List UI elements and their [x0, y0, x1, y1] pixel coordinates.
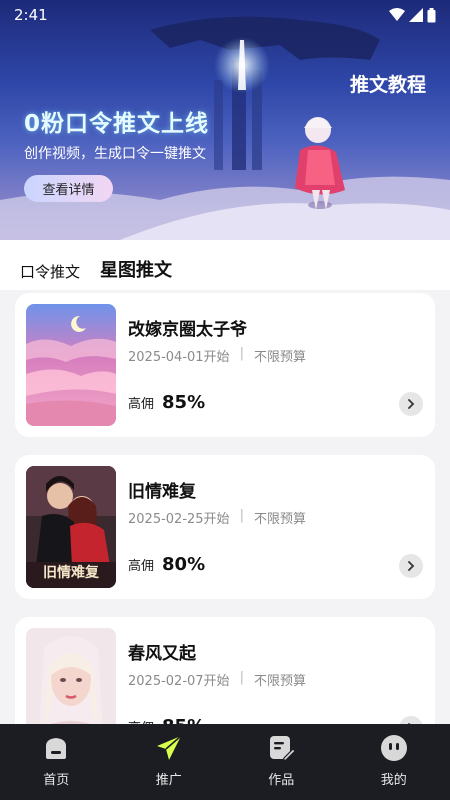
card-title: 旧情难复: [128, 482, 196, 502]
card-meta: 2025-02-25开始 | 不限预算: [128, 508, 306, 527]
chevron-right-icon: [408, 399, 415, 409]
commission-label: 高佣: [128, 559, 155, 574]
budget: 不限预算: [253, 674, 306, 689]
status-time: 2:41: [14, 6, 48, 24]
cover-image: [26, 628, 116, 724]
commission-value: 85%: [162, 392, 206, 413]
budget: 不限预算: [253, 350, 306, 365]
start-date: 2025-02-07开始: [128, 674, 230, 689]
commission: 高佣 85%: [128, 392, 205, 413]
commission-label: 高佣: [128, 397, 155, 412]
meta-divider: |: [239, 346, 244, 361]
cover-image: [26, 304, 116, 426]
task-card[interactable]: 改嫁京圈太子爷 2025-04-01开始 | 不限预算 高佣 85%: [15, 293, 435, 437]
wifi-icon: [389, 8, 405, 21]
nav-label: 首页: [43, 773, 70, 788]
signal-icon: [409, 8, 423, 22]
chevron-right-icon: [408, 561, 415, 571]
nav-label: 推广: [155, 773, 182, 788]
nav-item-works[interactable]: 作品: [241, 734, 321, 788]
start-date: 2025-04-01开始: [128, 350, 230, 365]
promo-banner[interactable]: 推文教程 0粉口令推文上线 创作视频，生成口令一键推文 查看详情: [0, 0, 450, 240]
card-meta: 2025-02-07开始 | 不限预算: [128, 670, 306, 689]
card-meta: 2025-04-01开始 | 不限预算: [128, 346, 306, 365]
banner-title: 0粉口令推文上线: [24, 111, 210, 137]
content-area: 口令推文 星图推文 改嫁京圈太子爷 2025-04-01开始 | 不限预算 高佣…: [0, 240, 450, 724]
nav-item-promote[interactable]: 推广: [129, 734, 209, 788]
card-arrow-button[interactable]: [399, 554, 423, 578]
nav-label: 作品: [268, 773, 295, 788]
status-icons: [389, 7, 436, 23]
cover-image: 旧情难复: [26, 466, 116, 588]
task-card[interactable]: 春风又起 2025-02-07开始 | 不限预算 高佣 85%: [15, 617, 435, 724]
tab-label: 口令推文: [20, 263, 81, 281]
view-details-button[interactable]: 查看详情: [24, 175, 113, 202]
card-title: 改嫁京圈太子爷: [128, 320, 247, 340]
paper-plane-icon: [155, 734, 183, 762]
banner-subtitle: 创作视频，生成口令一键推文: [24, 146, 206, 162]
nav-label: 我的: [380, 773, 407, 788]
profile-face-icon: [380, 734, 408, 762]
tab-star-promotion[interactable]: 星图推文: [100, 256, 173, 282]
start-date: 2025-02-25开始: [128, 512, 230, 527]
card-title: 春风又起: [128, 644, 196, 664]
status-bar: 2:41: [0, 0, 450, 30]
meta-divider: |: [239, 670, 244, 685]
card-arrow-button[interactable]: [399, 716, 423, 724]
budget: 不限预算: [253, 512, 306, 527]
home-icon: [42, 734, 70, 762]
cover-title-text: 旧情难复: [43, 565, 99, 581]
commission-label: 高佣: [128, 717, 154, 724]
commission: 高佣 80%: [128, 554, 205, 575]
card-arrow-button[interactable]: [399, 392, 423, 416]
nav-item-home[interactable]: 首页: [16, 734, 96, 788]
nav-item-profile[interactable]: 我的: [354, 734, 434, 788]
commission-value: 85%: [162, 716, 205, 724]
tab-code-promotion[interactable]: 口令推文: [20, 261, 80, 282]
meta-divider: |: [239, 508, 244, 523]
tab-label: 星图推文: [100, 260, 173, 281]
tabs: 口令推文 星图推文: [20, 256, 173, 282]
commission: 高佣 85%: [128, 716, 205, 724]
commission-value: 80%: [162, 554, 206, 575]
document-edit-icon: [267, 734, 296, 762]
tutorial-link[interactable]: 推文教程: [350, 70, 426, 97]
task-card[interactable]: 旧情难复 旧情难复 2025-02-25开始 | 不限预算 高佣 80%: [15, 455, 435, 599]
battery-icon: [427, 7, 436, 22]
bottom-nav: 首页 推广 作品 我的: [0, 724, 450, 800]
